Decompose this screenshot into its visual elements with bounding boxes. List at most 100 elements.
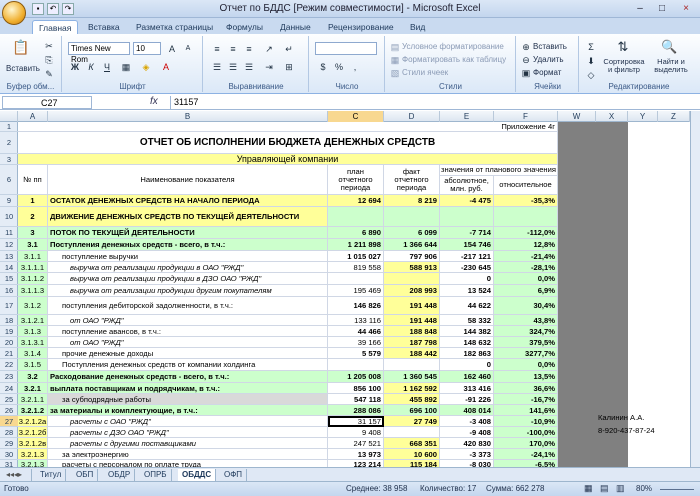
column-header-y[interactable]: Y	[628, 111, 658, 122]
column-header-c[interactable]: C	[328, 111, 384, 122]
plan-cell[interactable]: 13 973	[328, 449, 384, 460]
column-header-e[interactable]: E	[440, 111, 494, 122]
column-header-b[interactable]: B	[48, 111, 328, 122]
abs-deviation-cell[interactable]: -3 373	[440, 449, 494, 460]
italic-icon[interactable]: К	[84, 60, 98, 73]
row-name-cell[interactable]: от ОАО "РЖД"	[48, 315, 328, 326]
fact-cell[interactable]: 27 749	[384, 416, 440, 427]
row-header[interactable]: 3	[0, 154, 18, 165]
fact-cell[interactable]: 10 600	[384, 449, 440, 460]
sheet-tab-5[interactable]: ОФП	[220, 469, 248, 481]
sheet-grid[interactable]: Приложение 4г ОТЧЕТ ОБ ИСПОЛНЕНИИ БЮДЖЕТА…	[18, 122, 690, 467]
row-number-cell[interactable]: 3.1.3	[18, 326, 48, 337]
appendix-label[interactable]: Приложение 4г	[494, 122, 558, 132]
row-name-cell[interactable]: ПОТОК ПО ТЕКУЩЕЙ ДЕЯТЕЛЬНОСТИ	[48, 227, 328, 239]
row-name-cell[interactable]: выручка от реализации продукции в ОАО "Р…	[48, 262, 328, 273]
row-name-cell[interactable]: выплата поставщикам и подрядчикам, в т.ч…	[48, 383, 328, 394]
plan-cell[interactable]	[328, 359, 384, 371]
fact-cell[interactable]: 188 442	[384, 348, 440, 359]
rel-deviation-cell[interactable]: 43,8%	[494, 315, 558, 326]
underline-icon[interactable]: Ч	[100, 60, 114, 73]
cell[interactable]	[18, 122, 494, 132]
plan-cell[interactable]: 31 157	[328, 416, 384, 427]
bold-icon[interactable]: Ж	[68, 60, 82, 73]
rel-deviation-cell[interactable]: 170,0%	[494, 438, 558, 449]
plan-cell[interactable]: 1 015 027	[328, 251, 384, 262]
abs-deviation-cell[interactable]: -7 714	[440, 227, 494, 239]
row-header[interactable]: 26	[0, 405, 18, 416]
column-header-x[interactable]: X	[596, 111, 628, 122]
zoom-level[interactable]: 80%	[636, 484, 652, 493]
cut-icon[interactable]: ✂	[42, 39, 56, 52]
row-name-cell[interactable]: за электроэнергию	[48, 449, 328, 460]
row-number-cell[interactable]: 3.1.4	[18, 348, 48, 359]
minimize-button[interactable]: –	[630, 2, 650, 16]
header-deviation[interactable]: значения от планового значения	[440, 165, 558, 176]
abs-deviation-cell[interactable]: 408 014	[440, 405, 494, 416]
rel-deviation-cell[interactable]	[494, 207, 558, 227]
row-number-cell[interactable]: 3.1.2.1	[18, 315, 48, 326]
fact-cell[interactable]: 8 219	[384, 195, 440, 207]
wrap-text-icon[interactable]: ↵	[282, 42, 296, 55]
page-layout-icon[interactable]: ▤	[600, 483, 609, 494]
tab-home[interactable]: Главная	[32, 20, 79, 34]
sheet-tab-3[interactable]: ОПРБ	[140, 469, 172, 481]
abs-deviation-cell[interactable]: 0	[440, 273, 494, 285]
tab-page-layout[interactable]: Разметка страницы	[130, 20, 219, 34]
row-number-cell[interactable]: 3.2.1.2	[18, 405, 48, 416]
header-rel[interactable]: относительное	[494, 176, 558, 195]
row-number-cell[interactable]: 3.1.5	[18, 359, 48, 371]
row-header[interactable]: 22	[0, 359, 18, 371]
row-number-cell[interactable]: 3.1	[18, 239, 48, 251]
align-right-icon[interactable]: ☰	[242, 60, 256, 73]
tab-review[interactable]: Рецензирование	[322, 20, 400, 34]
tab-insert[interactable]: Вставка	[82, 20, 126, 34]
plan-cell[interactable]: 1 211 898	[328, 239, 384, 251]
row-header[interactable]: 21	[0, 348, 18, 359]
plan-cell[interactable]: 247 521	[328, 438, 384, 449]
row-name-cell[interactable]: расчеты с ОАО "РЖД"	[48, 416, 328, 427]
abs-deviation-cell[interactable]: 420 830	[440, 438, 494, 449]
borders-icon[interactable]: ▦	[119, 60, 133, 73]
abs-deviation-cell[interactable]: 162 460	[440, 371, 494, 383]
header-plan[interactable]: план отчетного периода	[328, 165, 384, 195]
merge-icon[interactable]: ⊞	[282, 60, 296, 73]
abs-deviation-cell[interactable]: -91 226	[440, 394, 494, 405]
indent-icon[interactable]: ⇥	[262, 60, 276, 73]
percent-icon[interactable]: %	[332, 60, 346, 73]
header-abs[interactable]: абсолютное, млн. руб.	[440, 176, 494, 195]
fact-cell[interactable]: 187 798	[384, 337, 440, 348]
fact-cell[interactable]	[384, 359, 440, 371]
rel-deviation-cell[interactable]: -112,0%	[494, 227, 558, 239]
plan-cell[interactable]: 6 890	[328, 227, 384, 239]
row-header[interactable]: 14	[0, 262, 18, 273]
row-number-cell[interactable]: 3.1.1.1	[18, 262, 48, 273]
select-all-corner[interactable]	[0, 111, 18, 122]
rel-deviation-cell[interactable]: 13,5%	[494, 371, 558, 383]
autosum-icon[interactable]: Σ	[584, 40, 598, 53]
fact-cell[interactable]: 797 906	[384, 251, 440, 262]
find-select-button[interactable]: Найти и выделить	[648, 58, 694, 74]
row-number-cell[interactable]: 3.2.1	[18, 383, 48, 394]
rel-deviation-cell[interactable]: 3277,7%	[494, 348, 558, 359]
row-header[interactable]: 28	[0, 427, 18, 438]
fact-cell[interactable]: 588 913	[384, 262, 440, 273]
row-name-cell[interactable]: расчеты с персоналом по оплате труда	[48, 460, 328, 467]
fx-icon[interactable]: fx	[150, 96, 158, 107]
name-box[interactable]: C27	[2, 96, 92, 109]
paste-icon[interactable]: 📋	[10, 40, 32, 60]
rel-deviation-cell[interactable]: 379,5%	[494, 337, 558, 348]
abs-deviation-cell[interactable]: 182 863	[440, 348, 494, 359]
tab-formulas[interactable]: Формулы	[220, 20, 269, 34]
row-header[interactable]: 6	[0, 165, 18, 195]
close-button[interactable]: ×	[676, 2, 696, 16]
row-number-cell[interactable]: 3.1.3.1	[18, 337, 48, 348]
plan-cell[interactable]: 146 826	[328, 297, 384, 315]
plan-cell[interactable]: 5 579	[328, 348, 384, 359]
fact-cell[interactable]: 6 099	[384, 227, 440, 239]
plan-cell[interactable]: 819 558	[328, 262, 384, 273]
row-number-cell[interactable]: 3.2.1.2а	[18, 416, 48, 427]
row-header[interactable]: 2	[0, 132, 18, 154]
rel-deviation-cell[interactable]: -21,4%	[494, 251, 558, 262]
row-number-cell[interactable]: 3.1.1.2	[18, 273, 48, 285]
